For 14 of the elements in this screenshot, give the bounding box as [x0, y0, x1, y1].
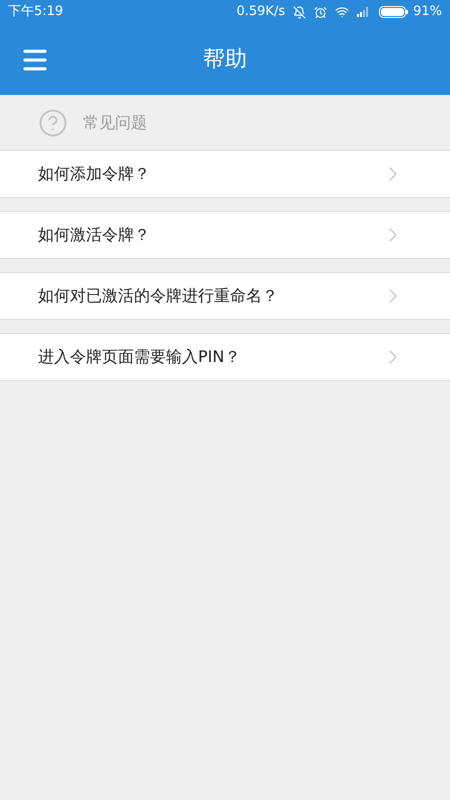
- faq-item[interactable]: 如何对已激活的令牌进行重命名？: [0, 272, 450, 320]
- battery-percent: 91%: [413, 3, 442, 22]
- battery-icon: [379, 6, 410, 18]
- wifi-icon: [335, 5, 350, 19]
- network-speed: 0.59K/s: [236, 3, 286, 22]
- page-title: 帮助: [203, 46, 247, 74]
- faq-item[interactable]: 如何添加令牌？: [0, 150, 450, 198]
- section-title: 常见问题: [83, 112, 147, 134]
- muted-bell-icon: [293, 6, 306, 18]
- faq-item[interactable]: 进入令牌页面需要输入PIN？: [0, 333, 450, 381]
- faq-item[interactable]: 如何激活令牌？: [0, 211, 450, 259]
- alarm-icon: [314, 6, 328, 18]
- help-icon: [38, 108, 68, 138]
- status-time: 下午5:19: [8, 3, 64, 22]
